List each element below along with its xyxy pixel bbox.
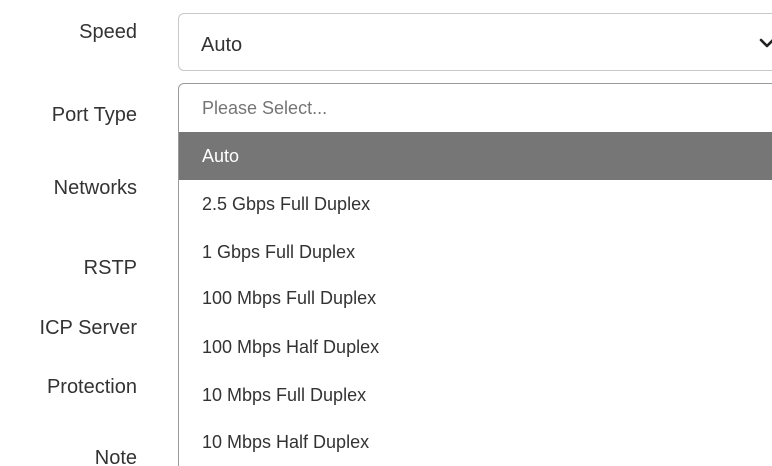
- speed-select-value: Auto: [201, 34, 243, 56]
- speed-dropdown-list: Please Select... Auto 2.5 Gbps Full Dupl…: [178, 83, 772, 466]
- chevron-down-icon: [759, 38, 772, 48]
- port-type-label: Port Type: [51, 104, 137, 126]
- rstp-label: RSTP: [83, 257, 137, 279]
- port-settings-form: Speed Port Type Networks RSTP ICP Server…: [0, 0, 772, 466]
- option-1-gbps-full-duplex[interactable]: 1 Gbps Full Duplex: [179, 228, 772, 276]
- protection-label: Protection: [46, 376, 137, 398]
- option-10-mbps-full-duplex[interactable]: 10 Mbps Full Duplex: [179, 371, 772, 419]
- option-2-5-gbps-full-duplex[interactable]: 2.5 Gbps Full Duplex: [179, 180, 772, 228]
- speed-label: Speed: [79, 21, 137, 43]
- option-100-mbps-full-duplex[interactable]: 100 Mbps Full Duplex: [179, 274, 772, 322]
- option-auto[interactable]: Auto: [179, 132, 772, 180]
- note-label: Note: [94, 447, 137, 466]
- option-please-select[interactable]: Please Select...: [179, 84, 772, 132]
- dhcp-server-label: ICP Server: [39, 317, 137, 339]
- speed-select[interactable]: Auto: [178, 13, 772, 71]
- option-10-mbps-half-duplex[interactable]: 10 Mbps Half Duplex: [179, 418, 772, 466]
- option-100-mbps-half-duplex[interactable]: 100 Mbps Half Duplex: [179, 323, 772, 371]
- networks-label: Networks: [53, 177, 137, 199]
